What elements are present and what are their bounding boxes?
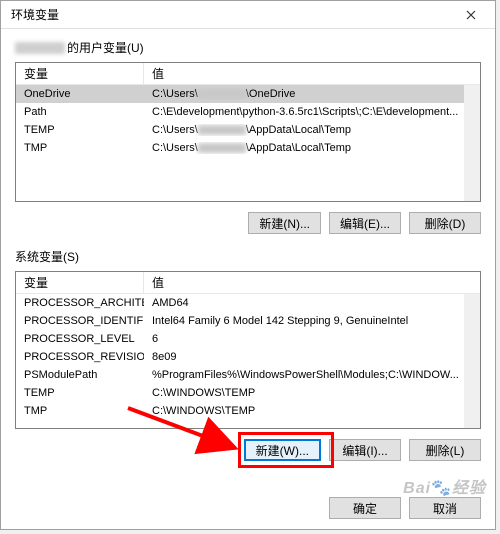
cell-value: C:\E\development\python-3.6.5rc1\Scripts… — [144, 106, 480, 118]
cell-variable: PROCESSOR_IDENTIFIER — [16, 315, 144, 327]
sys-vars-body: PROCESSOR_ARCHITECTAMD64PROCESSOR_IDENTI… — [16, 294, 480, 420]
cell-variable: Path — [16, 106, 144, 118]
cell-variable: PROCESSOR_ARCHITECT — [16, 297, 144, 309]
table-row[interactable]: PathC:\E\development\python-3.6.5rc1\Scr… — [16, 103, 480, 121]
ok-button[interactable]: 确定 — [329, 497, 401, 519]
user-vars-body: OneDriveC:\Users\\OneDrivePathC:\E\devel… — [16, 85, 480, 157]
dialog-title: 环境变量 — [11, 6, 59, 23]
table-row[interactable]: PROCESSOR_REVISION8e09 — [16, 348, 480, 366]
cell-value: %ProgramFiles%\WindowsPowerShell\Modules… — [144, 369, 480, 381]
table-row[interactable]: PROCESSOR_ARCHITECTAMD64 — [16, 294, 480, 312]
user-new-button[interactable]: 新建(N)... — [248, 212, 321, 234]
sys-vars-listbox[interactable]: 变量 值 PROCESSOR_ARCHITECTAMD64PROCESSOR_I… — [15, 271, 481, 429]
dialog-content: 的用户变量(U) 变量 值 OneDriveC:\Users\\OneDrive… — [1, 29, 495, 485]
table-row[interactable]: TMPC:\Users\\AppData\Local\Temp — [16, 139, 480, 157]
close-icon — [466, 10, 476, 20]
env-vars-dialog: 环境变量 的用户变量(U) 变量 值 OneDriveC:\Users\\One… — [0, 0, 496, 530]
col-variable[interactable]: 变量 — [16, 62, 144, 85]
cell-value: AMD64 — [144, 297, 480, 309]
table-row[interactable]: TEMPC:\WINDOWS\TEMP — [16, 384, 480, 402]
user-vars-label: 的用户变量(U) — [15, 39, 481, 56]
cell-variable: PROCESSOR_LEVEL — [16, 333, 144, 345]
close-button[interactable] — [455, 4, 487, 26]
user-delete-button[interactable]: 删除(D) — [409, 212, 481, 234]
username-blur — [15, 42, 65, 54]
sys-delete-button[interactable]: 删除(L) — [409, 439, 481, 461]
cell-value: C:\Users\\OneDrive — [144, 88, 480, 100]
list-header: 变量 值 — [16, 63, 480, 85]
cell-variable: PSModulePath — [16, 369, 144, 381]
col-value[interactable]: 值 — [144, 62, 480, 85]
table-row[interactable]: OneDriveC:\Users\\OneDrive — [16, 85, 480, 103]
sys-new-button[interactable]: 新建(W)... — [244, 439, 321, 461]
user-edit-button[interactable]: 编辑(E)... — [329, 212, 401, 234]
scrollbar[interactable] — [464, 294, 480, 428]
cell-value: C:\WINDOWS\TEMP — [144, 387, 480, 399]
cell-variable: TMP — [16, 142, 144, 154]
user-vars-label-text: 的用户变量(U) — [67, 39, 144, 56]
cell-value: C:\Users\\AppData\Local\Temp — [144, 124, 480, 136]
col-value[interactable]: 值 — [144, 271, 480, 294]
cell-variable: TEMP — [16, 387, 144, 399]
cell-value: 6 — [144, 333, 480, 345]
dialog-buttons: 确定 取消 — [329, 497, 481, 519]
titlebar: 环境变量 — [1, 1, 495, 29]
sys-edit-button[interactable]: 编辑(I)... — [329, 439, 401, 461]
table-row[interactable]: PSModulePath%ProgramFiles%\WindowsPowerS… — [16, 366, 480, 384]
cell-value: Intel64 Family 6 Model 142 Stepping 9, G… — [144, 315, 480, 327]
sys-vars-label: 系统变量(S) — [15, 248, 481, 265]
cell-value: 8e09 — [144, 351, 480, 363]
col-variable[interactable]: 变量 — [16, 271, 144, 294]
cell-variable: OneDrive — [16, 88, 144, 100]
cell-variable: TEMP — [16, 124, 144, 136]
cell-variable: TMP — [16, 405, 144, 417]
scrollbar[interactable] — [464, 85, 480, 201]
user-buttons-row: 新建(N)... 编辑(E)... 删除(D) — [15, 212, 481, 234]
cancel-button[interactable]: 取消 — [409, 497, 481, 519]
table-row[interactable]: PROCESSOR_IDENTIFIERIntel64 Family 6 Mod… — [16, 312, 480, 330]
cell-value: C:\WINDOWS\TEMP — [144, 405, 480, 417]
cell-value: C:\Users\\AppData\Local\Temp — [144, 142, 480, 154]
user-vars-listbox[interactable]: 变量 值 OneDriveC:\Users\\OneDrivePathC:\E\… — [15, 62, 481, 202]
list-header: 变量 值 — [16, 272, 480, 294]
table-row[interactable]: TEMPC:\Users\\AppData\Local\Temp — [16, 121, 480, 139]
table-row[interactable]: TMPC:\WINDOWS\TEMP — [16, 402, 480, 420]
cell-variable: PROCESSOR_REVISION — [16, 351, 144, 363]
table-row[interactable]: PROCESSOR_LEVEL6 — [16, 330, 480, 348]
sys-buttons-row: 新建(W)... 编辑(I)... 删除(L) — [15, 439, 481, 461]
